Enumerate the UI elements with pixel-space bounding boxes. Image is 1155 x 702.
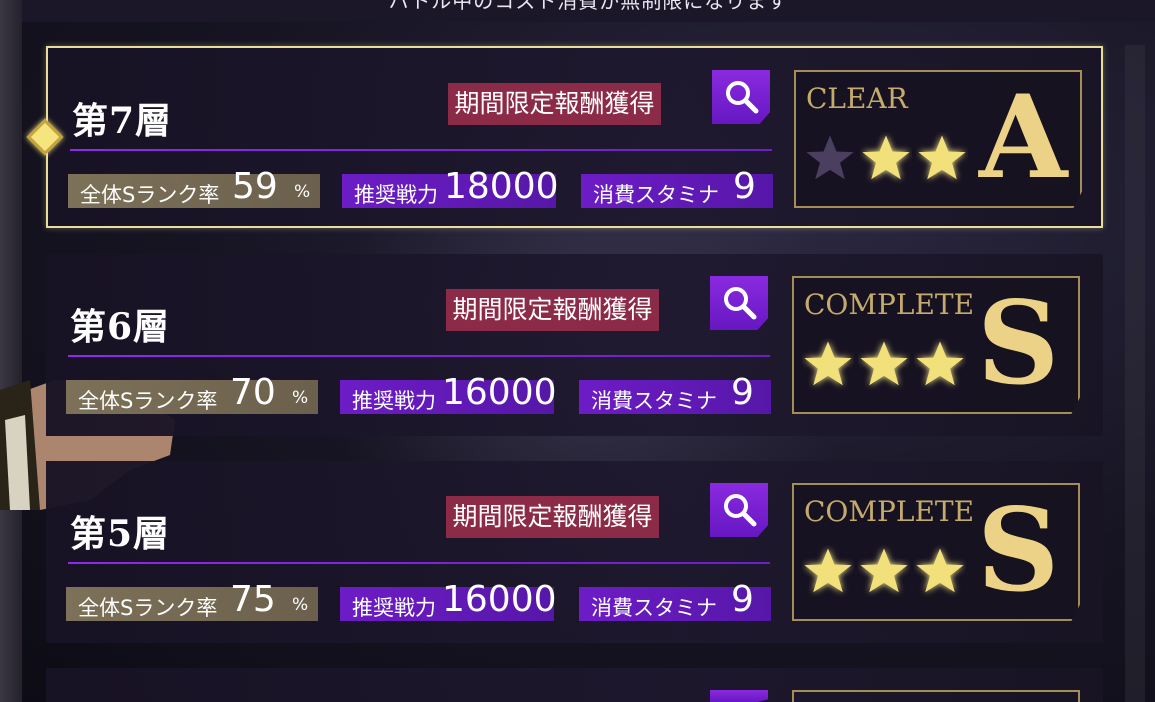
s-rank-rate-value: 59	[232, 166, 278, 207]
header-banner: バトル中のコスト消費が無制限になります	[22, 0, 1155, 22]
floor-detail-button[interactable]	[710, 276, 768, 330]
magnifier-icon	[724, 287, 757, 320]
s-rank-rate-unit: %	[292, 388, 309, 408]
stamina-cost: 消費スタミナ 9	[581, 166, 773, 208]
floor-card[interactable]: 第7層 期間限定報酬獲得 全体Sランク率 59 % 推奨戦力 18000 消費ス…	[46, 46, 1103, 228]
star-filled-icon	[860, 341, 908, 386]
recommended-power: 推奨戦力 16000	[340, 372, 557, 414]
floor-title: 第7層	[72, 100, 173, 142]
stamina-cost-label: 消費スタミナ	[591, 389, 717, 413]
star-rating	[802, 545, 970, 601]
floor-detail-button[interactable]	[710, 690, 768, 702]
star-filled-icon	[860, 548, 908, 593]
s-rank-rate: 全体Sランク率 70 %	[66, 372, 318, 414]
star-rating	[802, 338, 970, 394]
floor-detail-button[interactable]	[710, 483, 768, 537]
s-rank-rate-unit: %	[294, 182, 311, 202]
stamina-cost-label: 消費スタミナ	[593, 183, 719, 207]
s-rank-rate: 全体Sランク率 75 %	[66, 579, 318, 621]
limited-reward-badge: 期間限定報酬獲得	[446, 496, 659, 538]
rank-grade: A	[979, 70, 1068, 204]
floor-title: 第5層	[70, 513, 171, 555]
recommended-power-label: 推奨戦力	[352, 389, 436, 413]
s-rank-rate: 全体Sランク率 59 %	[68, 166, 320, 208]
s-rank-rate-label: 全体Sランク率	[78, 389, 218, 413]
s-rank-rate-value: 70	[230, 372, 276, 413]
floor-card[interactable]: 第6層 期間限定報酬獲得 全体Sランク率 70 % 推奨戦力 16000 消費ス…	[46, 254, 1103, 436]
stamina-cost-value: 9	[731, 372, 754, 413]
recommended-power-label: 推奨戦力	[354, 183, 438, 207]
stamina-cost: 消費スタミナ 9	[579, 372, 771, 414]
stamina-cost-value: 9	[731, 579, 754, 620]
magnifier-icon	[724, 494, 757, 527]
rank-grade: S	[977, 276, 1060, 410]
card-divider	[70, 149, 772, 151]
limited-reward-badge: 期間限定報酬獲得	[448, 83, 661, 125]
recommended-power: 推奨戦力 16000	[340, 579, 557, 621]
card-divider	[68, 355, 770, 357]
header-text: バトル中のコスト消費が無制限になります	[388, 0, 789, 13]
clear-status: CLEAR	[806, 82, 908, 115]
s-rank-rate-unit: %	[292, 595, 309, 615]
star-filled-icon	[918, 135, 966, 180]
recommended-power-value: 18000	[444, 166, 559, 207]
scrollbar-track[interactable]	[1125, 45, 1145, 702]
rank-panel: COMPLETE S	[792, 483, 1080, 621]
card-divider	[68, 562, 770, 564]
recommended-power-label: 推奨戦力	[352, 596, 436, 620]
left-frame	[0, 0, 22, 702]
floor-card[interactable]: 第5層 期間限定報酬獲得 全体Sランク率 75 % 推奨戦力 16000 消費ス…	[46, 461, 1103, 643]
star-empty-icon	[806, 135, 854, 180]
recommended-power-value: 16000	[442, 372, 557, 413]
rank-panel	[792, 690, 1080, 702]
magnifier-icon	[726, 81, 759, 114]
star-filled-icon	[804, 548, 852, 593]
clear-status: COMPLETE	[804, 495, 975, 528]
clear-status: COMPLETE	[804, 288, 975, 321]
s-rank-rate-label: 全体Sランク率	[80, 183, 220, 207]
floor-detail-button[interactable]	[712, 70, 770, 124]
rank-grade: S	[977, 483, 1060, 617]
star-filled-icon	[804, 341, 852, 386]
limited-reward-badge: 期間限定報酬獲得	[446, 289, 659, 331]
star-filled-icon	[862, 135, 910, 180]
floor-card-partial[interactable]	[46, 668, 1103, 702]
star-rating	[804, 132, 972, 188]
s-rank-rate-value: 75	[230, 579, 276, 620]
rank-panel: COMPLETE S	[792, 276, 1080, 414]
rank-panel: CLEAR A	[794, 70, 1082, 208]
stamina-cost-value: 9	[733, 166, 756, 207]
stamina-cost-label: 消費スタミナ	[591, 596, 717, 620]
floor-title: 第6層	[70, 306, 171, 348]
recommended-power: 推奨戦力 18000	[342, 166, 559, 208]
star-filled-icon	[916, 341, 964, 386]
s-rank-rate-label: 全体Sランク率	[78, 596, 218, 620]
recommended-power-value: 16000	[442, 579, 557, 620]
star-filled-icon	[916, 548, 964, 593]
stamina-cost: 消費スタミナ 9	[579, 579, 771, 621]
